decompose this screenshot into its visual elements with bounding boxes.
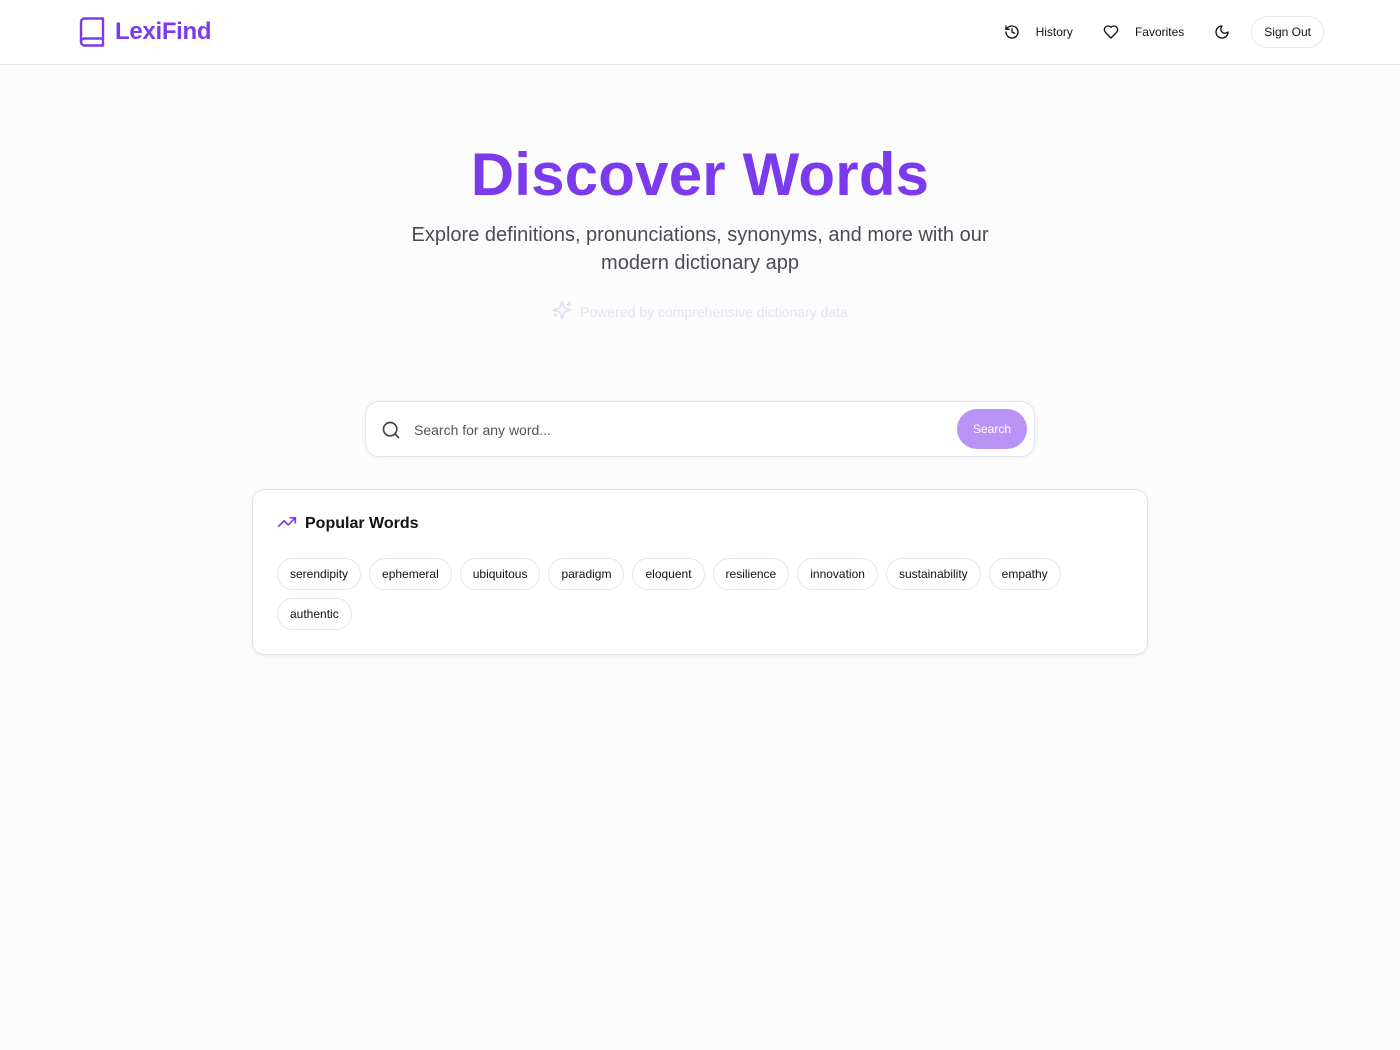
theme-toggle-button[interactable] — [1206, 16, 1238, 48]
word-chip[interactable]: serendipity — [277, 558, 362, 590]
word-chip[interactable]: paradigm — [548, 558, 625, 590]
word-chip[interactable]: ubiquitous — [459, 558, 541, 590]
word-chip[interactable]: empathy — [988, 558, 1061, 590]
book-icon — [79, 17, 105, 47]
history-label: History — [1035, 25, 1073, 39]
app-name: LexiFind — [115, 18, 212, 45]
word-chip[interactable]: authentic — [277, 598, 352, 630]
hero-subtitle: Explore definitions, pronunciations, syn… — [411, 224, 989, 274]
powered-by-text: Powered by comprehensive dictionary data — [580, 303, 848, 320]
word-chip[interactable]: eloquent — [632, 558, 705, 590]
word-chip[interactable]: ephemeral — [369, 558, 452, 590]
hero-title: Discover Words — [470, 141, 930, 208]
word-chip[interactable]: sustainability — [885, 558, 981, 590]
popular-words-list: serendipity ephemeral ubiquitous paradig… — [277, 558, 1127, 630]
app-logo[interactable]: LexiFind — [79, 16, 212, 48]
popular-words-header: Popular Words — [277, 514, 419, 534]
search-button[interactable]: Search — [957, 409, 1027, 449]
top-nav: History Favorites Sign Out — [996, 16, 1324, 48]
search-icon — [381, 420, 401, 445]
popular-words-card: Popular Words serendipity ephemeral ubiq… — [252, 489, 1148, 655]
popular-words-title: Popular Words — [305, 515, 419, 532]
search-box: Search — [365, 401, 1035, 457]
word-chip[interactable]: resilience — [712, 558, 790, 590]
search-input[interactable] — [414, 414, 954, 446]
favorites-label: Favorites — [1134, 25, 1185, 39]
word-chip[interactable]: innovation — [797, 558, 878, 590]
sign-out-button[interactable]: Sign Out — [1251, 16, 1324, 48]
powered-by-note: Powered by comprehensive dictionary data — [0, 300, 1400, 323]
trending-up-icon — [277, 512, 297, 537]
top-header: LexiFind History Favorites Sign Out — [0, 0, 1400, 65]
sparkles-icon — [552, 300, 572, 323]
moon-icon — [1214, 24, 1230, 40]
heart-icon — [1103, 24, 1119, 40]
history-button[interactable]: History — [996, 16, 1081, 48]
history-icon — [1004, 24, 1020, 40]
favorites-button[interactable]: Favorites — [1095, 16, 1192, 48]
